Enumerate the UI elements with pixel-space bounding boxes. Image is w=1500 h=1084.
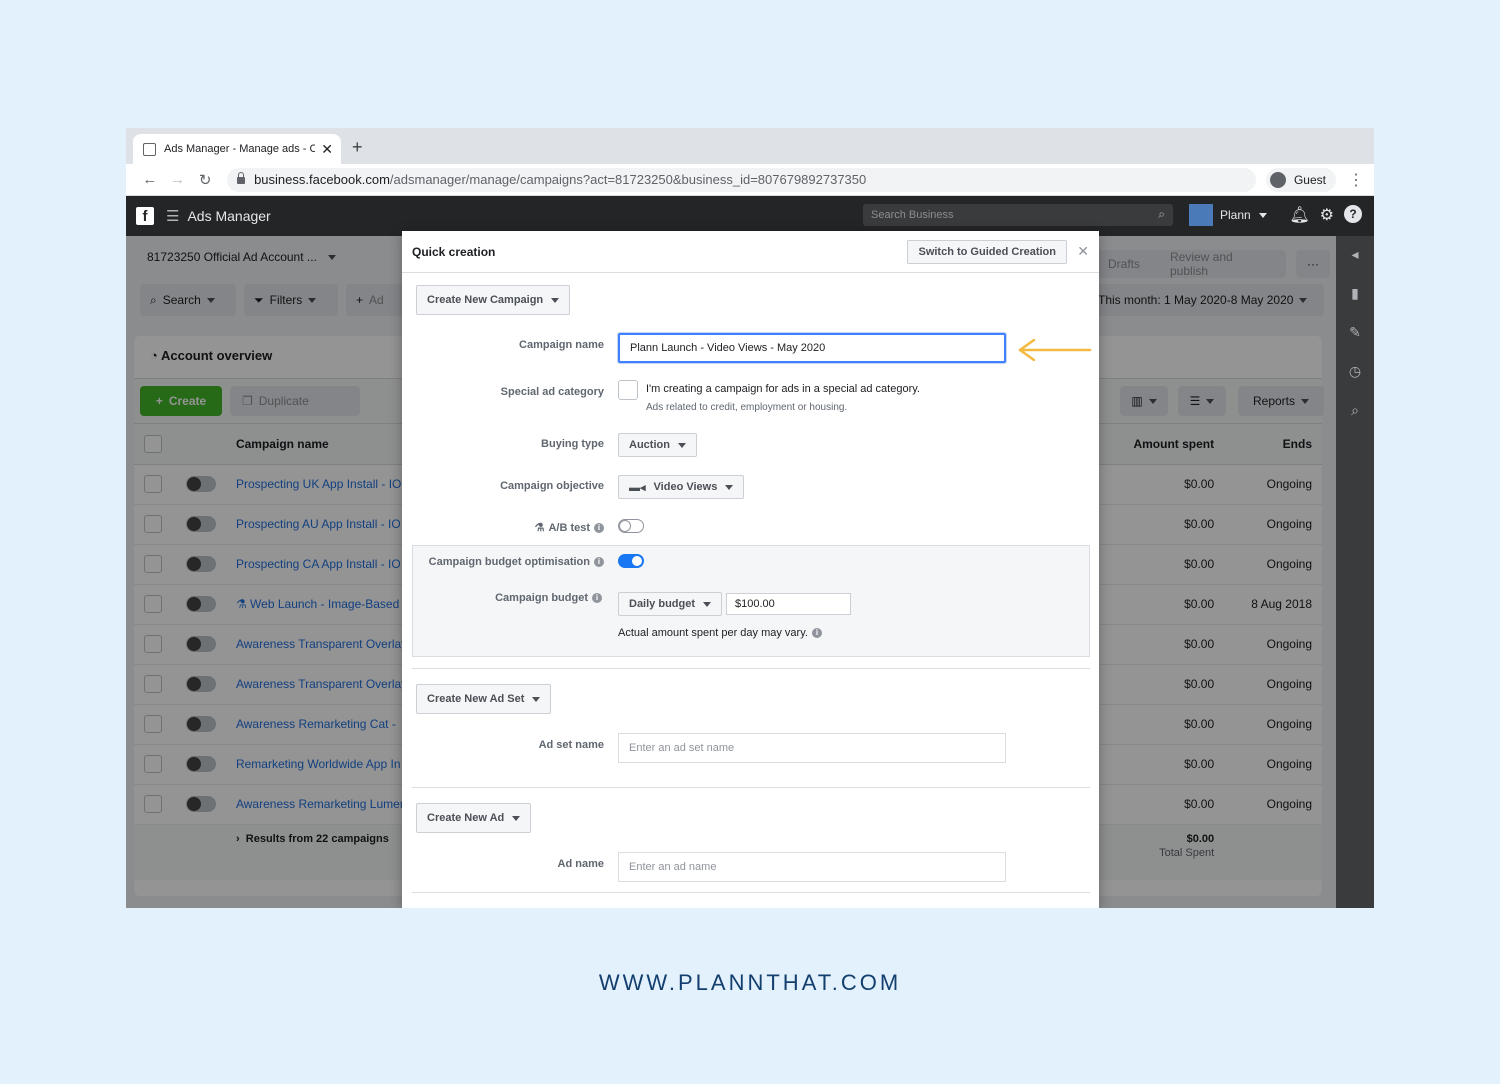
close-icon[interactable]: ✕	[1077, 243, 1089, 260]
switch-guided-button[interactable]: Switch to Guided Creation	[907, 240, 1067, 264]
profile-avatar-icon	[1269, 171, 1286, 188]
url-host: business.facebook.com	[254, 172, 390, 187]
collapse-icon[interactable]: ◂	[1351, 246, 1358, 263]
ad-name-label: Ad name	[557, 858, 604, 870]
reload-icon[interactable]: ↻	[191, 171, 219, 189]
help-icon[interactable]: ?	[1344, 205, 1362, 223]
highlight-arrow-icon	[1018, 339, 1092, 361]
budget-amount-input[interactable]: $100.00	[726, 593, 851, 615]
modal-header: Quick creation Switch to Guided Creation…	[402, 231, 1099, 273]
info-icon: i	[594, 557, 604, 567]
special-ad-text: I'm creating a campaign for ads in a spe…	[646, 383, 920, 395]
chevron-down-icon	[677, 442, 686, 448]
account-name: Plann	[1220, 208, 1251, 222]
close-tab-icon[interactable]: ✕	[321, 141, 333, 158]
edit-icon[interactable]: ✎	[1349, 324, 1361, 341]
chevron-down-icon	[1258, 212, 1267, 218]
business-search-input[interactable]: Search Business ⌕	[863, 204, 1173, 226]
app-title: Ads Manager	[187, 208, 271, 224]
cbo-toggle[interactable]	[618, 554, 644, 568]
address-bar: ← → ↻ business.facebook.com/adsmanager/m…	[126, 164, 1374, 196]
divider	[412, 892, 1090, 893]
browser-menu-icon[interactable]: ⋮	[1348, 170, 1364, 190]
create-ad-label: Create New Ad	[427, 812, 505, 824]
notifications-icon[interactable]: 🔔︎	[1289, 205, 1309, 225]
info-icon: i	[592, 593, 602, 603]
browser-tab[interactable]: Ads Manager - Manage ads - C ✕	[133, 134, 341, 164]
cbo-label: Campaign budget optimisation i	[429, 556, 604, 568]
special-ad-checkbox[interactable]	[618, 380, 638, 400]
top-bar-icons: 🔔︎ ⚙ ?	[1289, 205, 1362, 225]
chevron-down-icon	[512, 815, 521, 821]
tab-strip: Ads Manager - Manage ads - C ✕ +	[126, 128, 1374, 164]
lock-icon	[237, 172, 246, 184]
url-path: /adsmanager/manage/campaigns?act=8172325…	[389, 172, 867, 187]
budget-label: Campaign budget i	[495, 592, 602, 604]
adset-name-input[interactable]: Enter an ad set name	[618, 733, 1006, 763]
objective-value: Video Views	[653, 481, 718, 493]
objective-dropdown[interactable]: ▬◂ Video Views	[618, 475, 745, 499]
flask-icon: ⚗	[534, 522, 545, 534]
menu-icon[interactable]: ☰	[166, 207, 179, 225]
account-switcher[interactable]: Plann	[1189, 204, 1267, 226]
url-text: business.facebook.com/adsmanager/manage/…	[254, 172, 866, 187]
account-avatar	[1189, 204, 1213, 226]
gear-icon[interactable]: ⚙	[1320, 205, 1334, 225]
create-ad-dropdown[interactable]: Create New Ad	[416, 803, 532, 833]
ab-test-label: ⚗ A/B test i	[535, 521, 604, 534]
objective-label: Campaign objective	[500, 480, 604, 492]
divider	[412, 668, 1090, 669]
business-search-placeholder: Search Business	[871, 209, 954, 221]
zoom-icon[interactable]: ⌕	[1351, 402, 1359, 419]
page-favicon-icon	[143, 142, 156, 156]
buying-type-value: Auction	[629, 439, 670, 451]
facebook-logo-icon[interactable]: f	[136, 207, 154, 225]
profile-label: Guest	[1293, 172, 1326, 187]
right-rail: ◂ ▮ ✎ ◷ ⌕	[1336, 236, 1374, 908]
info-icon: i	[811, 628, 822, 638]
browser-window: Ads Manager - Manage ads - C ✕ + ← → ↻ b…	[126, 128, 1374, 908]
buying-type-label: Buying type	[541, 438, 604, 450]
campaign-name-input[interactable]: Plann Launch - Video Views - May 2020	[618, 333, 1006, 363]
history-icon[interactable]: ◷	[1349, 363, 1361, 380]
create-adset-label: Create New Ad Set	[427, 693, 525, 705]
chevron-down-icon	[532, 696, 541, 702]
adset-name-label: Ad set name	[538, 739, 604, 751]
search-icon: ⌕	[1158, 207, 1165, 221]
budget-type-value: Daily budget	[629, 598, 696, 610]
create-campaign-dropdown[interactable]: Create New Campaign	[416, 285, 571, 315]
ab-test-toggle[interactable]	[618, 519, 644, 533]
ad-name-input[interactable]: Enter an ad name	[618, 852, 1006, 882]
forward-icon[interactable]: →	[164, 171, 192, 188]
modal-title: Quick creation	[412, 244, 496, 259]
special-ad-subtext: Ads related to credit, employment or hou…	[646, 402, 848, 413]
new-tab-icon[interactable]: +	[352, 137, 363, 158]
create-campaign-label: Create New Campaign	[427, 294, 544, 306]
budget-note: Actual amount spent per day may vary. i	[618, 627, 822, 639]
site-footer-url[interactable]: WWW.PLANNTHAT.COM	[0, 970, 1500, 996]
chevron-down-icon	[725, 484, 734, 490]
info-icon: i	[594, 522, 604, 533]
quick-creation-modal: Quick creation Switch to Guided Creation…	[402, 231, 1099, 908]
chart-icon[interactable]: ▮	[1351, 285, 1359, 302]
chevron-down-icon	[703, 601, 712, 607]
tab-title: Ads Manager - Manage ads - C	[164, 143, 316, 155]
profile-button[interactable]: Guest	[1265, 167, 1336, 192]
special-ad-label: Special ad category	[500, 386, 604, 398]
video-icon: ▬◂	[629, 481, 646, 494]
create-adset-dropdown[interactable]: Create New Ad Set	[416, 684, 552, 714]
facebook-top-bar: f ☰ Ads Manager Search Business ⌕ Plann …	[126, 196, 1374, 236]
url-field[interactable]: business.facebook.com/adsmanager/manage/…	[227, 167, 1256, 192]
campaign-name-label: Campaign name	[519, 339, 604, 351]
divider	[412, 787, 1090, 788]
back-icon[interactable]: ←	[136, 171, 164, 188]
buying-type-dropdown[interactable]: Auction	[618, 433, 697, 457]
budget-type-dropdown[interactable]: Daily budget	[618, 592, 723, 616]
chevron-down-icon	[551, 297, 560, 303]
